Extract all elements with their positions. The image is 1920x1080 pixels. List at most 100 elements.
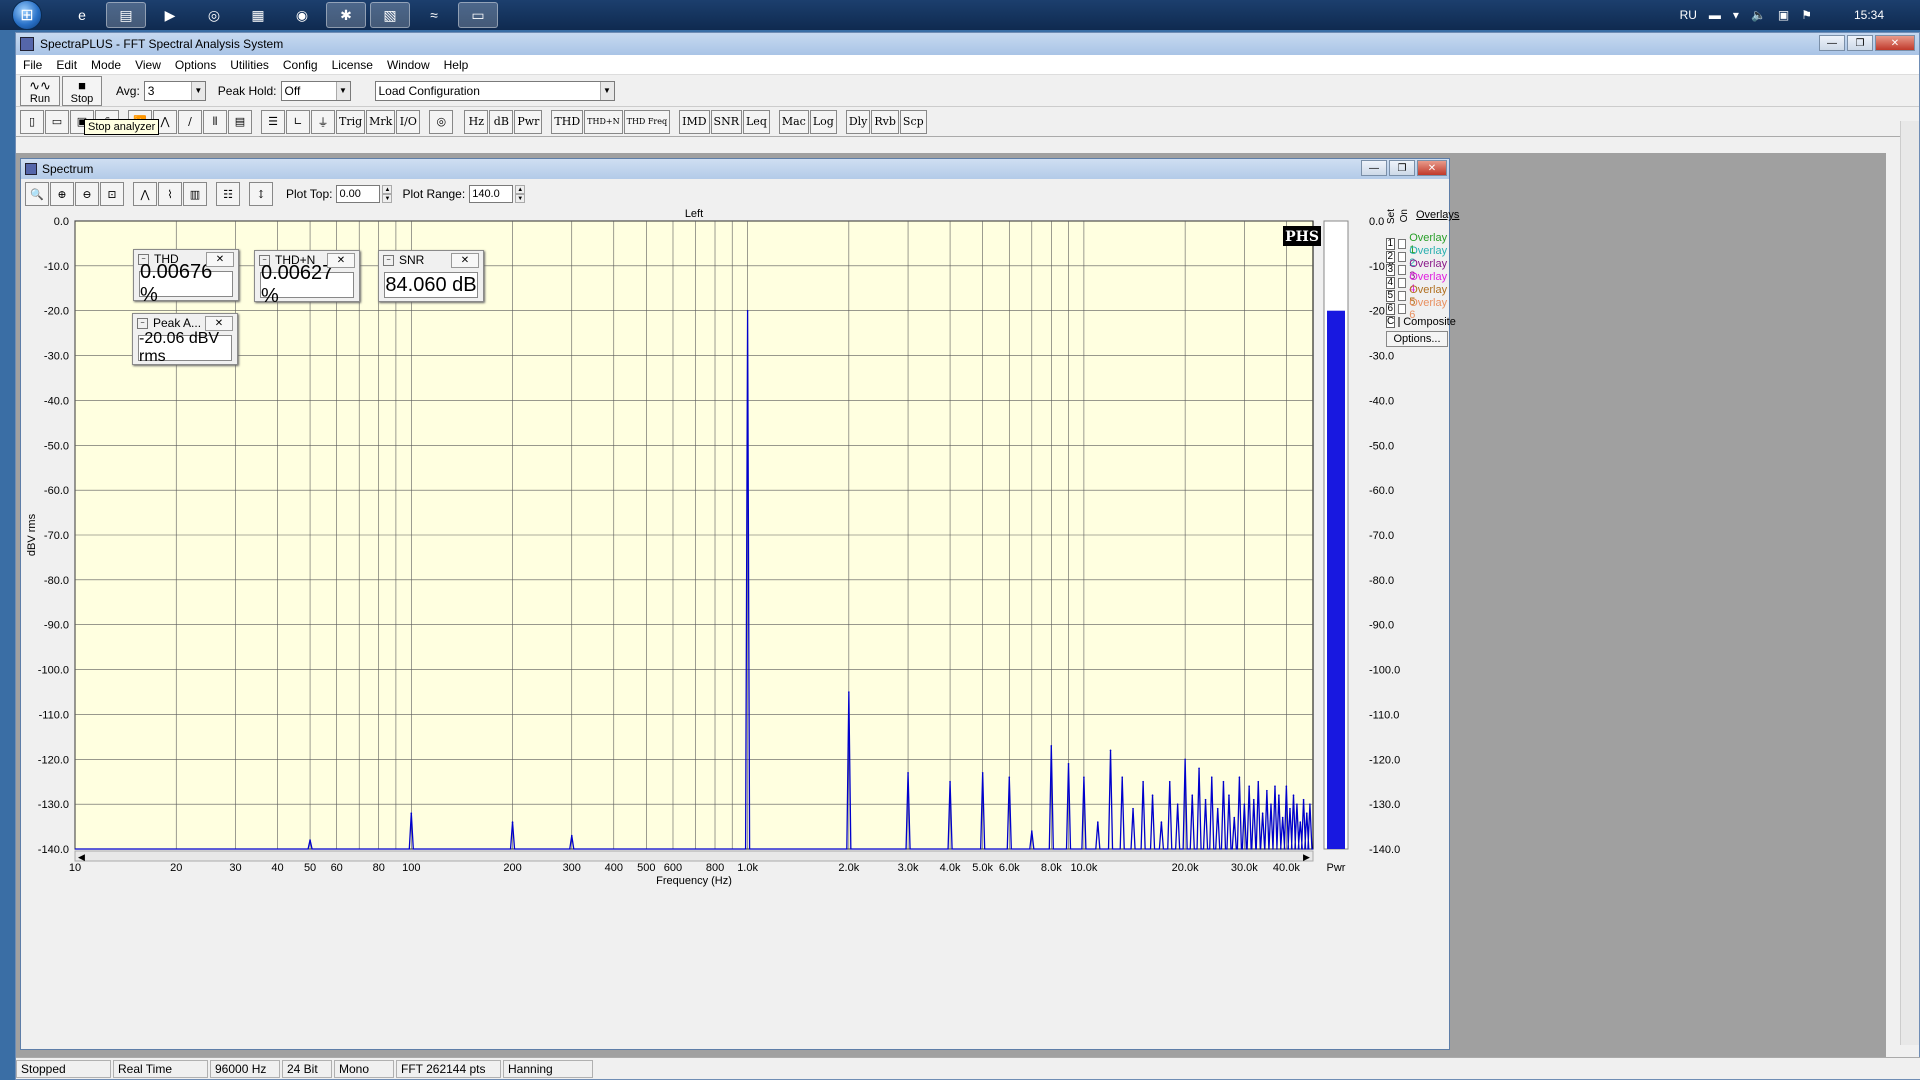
menu-mode[interactable]: Mode bbox=[84, 58, 128, 72]
mrk-button[interactable]: Mrk bbox=[366, 109, 396, 134]
language-indicator[interactable]: RU bbox=[1680, 8, 1697, 22]
zoom-icon[interactable]: 🔍 bbox=[25, 182, 49, 206]
overlays-title[interactable]: Overlays bbox=[1416, 209, 1459, 221]
scroll-left-icon[interactable]: ◀ bbox=[78, 852, 85, 862]
open-icon[interactable]: ▭ bbox=[45, 109, 69, 134]
plot-top-input[interactable]: 0.00 bbox=[336, 185, 381, 203]
network-icon[interactable]: ▣ bbox=[1778, 8, 1789, 22]
stop-button[interactable]: ■ Stop bbox=[62, 75, 102, 106]
cursor-icon[interactable]: ↕ bbox=[249, 182, 273, 206]
volume-icon[interactable]: 🔈 bbox=[1751, 8, 1766, 22]
pwr-button[interactable]: Pwr bbox=[514, 109, 543, 134]
window-icon[interactable]: ▭ bbox=[458, 2, 498, 28]
tool-icon[interactable]: ✱ bbox=[326, 2, 366, 28]
generator-icon[interactable]: ◎ bbox=[429, 109, 454, 134]
dly-button[interactable]: Dly bbox=[845, 109, 871, 134]
overlay-set-button[interactable]: 5 bbox=[1386, 289, 1395, 302]
spectrum-title-bar[interactable]: Spectrum — ❐ ✕ bbox=[21, 159, 1449, 179]
axis-icon[interactable]: ∟ bbox=[286, 109, 310, 134]
vertical-scrollbar[interactable] bbox=[1900, 121, 1919, 1045]
trig-button[interactable]: Trig bbox=[336, 109, 366, 134]
snr-meter[interactable]: ~ SNR ✕ 84.060 dB bbox=[378, 250, 484, 302]
log-button[interactable]: Log bbox=[809, 109, 837, 134]
menu-file[interactable]: File bbox=[16, 58, 49, 72]
list-icon[interactable]: ☰ bbox=[261, 109, 285, 134]
overlay-set-button[interactable]: 4 bbox=[1386, 276, 1395, 289]
thd-button[interactable]: THD bbox=[551, 109, 584, 134]
tray-arrow-icon[interactable]: ▾ bbox=[1733, 8, 1739, 22]
overlay-checkbox[interactable] bbox=[1397, 277, 1407, 288]
mac-button[interactable]: Mac bbox=[778, 109, 809, 134]
rvb-button[interactable]: Rvb bbox=[871, 109, 899, 134]
menu-view[interactable]: View bbox=[128, 58, 168, 72]
flag-icon[interactable]: ⚑ bbox=[1801, 8, 1812, 22]
overlay-set-button[interactable]: 1 bbox=[1386, 237, 1395, 250]
spectrum-minimize-button[interactable]: — bbox=[1361, 160, 1387, 176]
thd-meter[interactable]: ~ THD ✕ 0.00676 % bbox=[133, 249, 239, 306]
minimize-button[interactable]: — bbox=[1819, 35, 1845, 51]
thd-n-button[interactable]: THD+N bbox=[584, 109, 623, 134]
spectrum-close-button[interactable]: ✕ bbox=[1417, 160, 1447, 176]
menu-config[interactable]: Config bbox=[276, 58, 325, 72]
spectrum-restore-button[interactable]: ❐ bbox=[1389, 160, 1415, 176]
overlay-checkbox[interactable] bbox=[1397, 303, 1407, 314]
close-icon[interactable]: ✕ bbox=[205, 316, 233, 331]
line-icon[interactable]: ⌇ bbox=[158, 182, 182, 206]
new-icon[interactable]: ▯ bbox=[20, 109, 44, 134]
start-button[interactable]: ⊞ bbox=[12, 0, 42, 30]
leq-button[interactable]: Leq bbox=[743, 109, 770, 134]
menu-utilities[interactable]: Utilities bbox=[223, 58, 276, 72]
imd-button[interactable]: IMD bbox=[679, 109, 710, 134]
restore-button[interactable]: ❐ bbox=[1847, 35, 1873, 51]
close-icon[interactable]: ✕ bbox=[206, 252, 234, 267]
plot-top-spinner[interactable]: ▲ ▼ bbox=[382, 185, 393, 203]
snr-button[interactable]: SNR bbox=[710, 109, 742, 134]
bars-icon[interactable]: ▥ bbox=[183, 182, 207, 206]
overlay-checkbox[interactable] bbox=[1397, 264, 1407, 275]
phase-mode-icon[interactable]: ⦀ bbox=[203, 109, 227, 134]
3d-mode-icon[interactable]: ▤ bbox=[228, 109, 252, 134]
plot-scrollbar[interactable] bbox=[74, 850, 1314, 862]
table-icon[interactable]: ☷ bbox=[216, 182, 240, 206]
menu-help[interactable]: Help bbox=[437, 58, 476, 72]
clock[interactable]: 15:34 bbox=[1824, 8, 1914, 22]
overlay-set-button[interactable]: 6 bbox=[1386, 302, 1395, 315]
title-bar[interactable]: SpectraPLUS - FFT Spectral Analysis Syst… bbox=[16, 33, 1919, 55]
avg-select[interactable]: 3 ▼ bbox=[143, 80, 206, 101]
thd-freq-button[interactable]: THD Freq bbox=[623, 109, 671, 134]
calc-icon[interactable]: ▦ bbox=[238, 2, 278, 28]
overlay-set-button[interactable]: 2 bbox=[1386, 250, 1395, 263]
overlay-checkbox[interactable] bbox=[1398, 316, 1401, 327]
overlay-set-button[interactable]: C bbox=[1386, 315, 1396, 328]
overlay-checkbox[interactable] bbox=[1397, 290, 1407, 301]
peakhold-select[interactable]: Off ▼ bbox=[280, 80, 351, 101]
overlay-options-button[interactable]: Options... bbox=[1386, 331, 1448, 347]
scp-button[interactable]: Scp bbox=[899, 109, 927, 134]
run-button[interactable]: ∿∿ Run bbox=[20, 75, 60, 106]
hz-button[interactable]: Hz bbox=[464, 109, 489, 134]
i-o-button[interactable]: I/O bbox=[396, 109, 421, 134]
overlay-set-button[interactable]: 3 bbox=[1386, 263, 1395, 276]
menu-window[interactable]: Window bbox=[380, 58, 437, 72]
thdn-meter[interactable]: ~ THD+N ✕ 0.00627 % bbox=[254, 250, 360, 307]
spectra-icon[interactable]: ▧ bbox=[370, 2, 410, 28]
peak-meter[interactable]: ~ Peak A... ✕ -20.06 dBV rms bbox=[132, 313, 238, 365]
plot-range-spinner[interactable]: ▲ ▼ bbox=[515, 185, 526, 203]
menu-edit[interactable]: Edit bbox=[49, 58, 84, 72]
wave-icon[interactable]: ≈ bbox=[414, 2, 454, 28]
time-mode-icon[interactable]: ∕ bbox=[178, 109, 202, 134]
zoom-out-icon[interactable]: ⊖ bbox=[75, 182, 99, 206]
zoom-full-icon[interactable]: ⊡ bbox=[100, 182, 124, 206]
scope-icon[interactable]: ⏚ bbox=[311, 109, 335, 134]
overlay-checkbox[interactable] bbox=[1397, 251, 1407, 262]
close-icon[interactable]: ✕ bbox=[327, 253, 355, 268]
chrome-icon[interactable]: ◉ bbox=[282, 2, 322, 28]
overlay-checkbox[interactable] bbox=[1397, 238, 1407, 249]
menu-options[interactable]: Options bbox=[168, 58, 223, 72]
close-icon[interactable]: ✕ bbox=[451, 253, 479, 268]
menu-license[interactable]: License bbox=[325, 58, 380, 72]
plot-range-input[interactable]: 140.0 bbox=[469, 185, 514, 203]
load-config-select[interactable]: Load Configuration ▼ bbox=[374, 80, 615, 101]
close-button[interactable]: ✕ bbox=[1875, 35, 1915, 51]
peak-icon[interactable]: ⋀ bbox=[133, 182, 157, 206]
